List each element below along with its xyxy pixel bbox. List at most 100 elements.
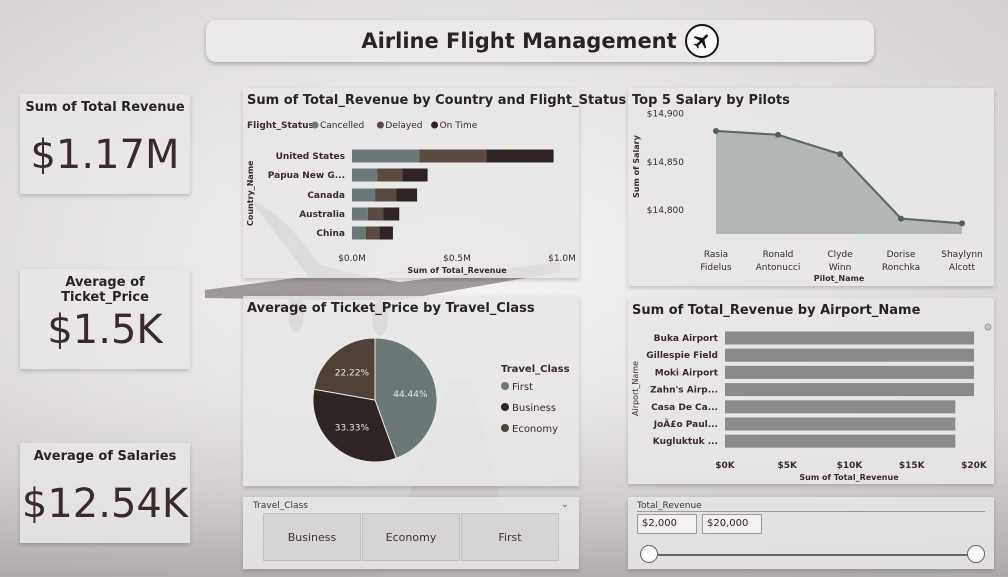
kpi-label: Sum of Total Revenue: [25, 100, 185, 115]
x-tick-label: Antonucci: [756, 263, 801, 273]
x-tick-label: $0K: [715, 461, 736, 471]
legend-marker: [501, 403, 509, 411]
bar-segment[interactable]: [375, 188, 397, 202]
range-min-handle[interactable]: [640, 545, 658, 563]
airport-bar[interactable]: [725, 383, 974, 397]
x-axis-title: Sum of Total_Revenue: [799, 473, 899, 482]
salary-area[interactable]: [716, 130, 962, 234]
x-axis-title: Pilot_Name: [814, 274, 865, 283]
revenue-by-airport-card[interactable]: Sum of Total_Revenue by Airport_Name Air…: [628, 298, 994, 484]
x-tick-label: Alcott: [949, 263, 976, 273]
category-label: Papua New G...: [268, 171, 345, 181]
bar-segment[interactable]: [352, 149, 420, 163]
bar-segment[interactable]: [352, 207, 368, 221]
ticket-by-class-card[interactable]: Average of Ticket_Price by Travel_Class …: [243, 296, 579, 486]
legend-label: Cancelled: [320, 121, 364, 131]
pilot-salary-card[interactable]: Top 5 Salary by Pilots Sum of Salary $14,…: [628, 88, 994, 286]
kpi-total-revenue-card: Sum of Total Revenue $1.17M: [20, 94, 190, 194]
slice-label: 33.33%: [335, 424, 370, 434]
revenue-by-country-chart[interactable]: Flight_Status Cancelled Delayed On Time Coun…: [243, 88, 579, 278]
range-track[interactable]: [650, 554, 976, 556]
slicer-option-economy[interactable]: Economy: [362, 513, 460, 561]
kpi-value: $12.54K: [21, 481, 189, 527]
x-tick-label: $15K: [899, 461, 926, 471]
bar-segment[interactable]: [396, 188, 418, 202]
legend-label: Economy: [512, 424, 558, 435]
category-label: Canada: [307, 191, 345, 201]
category-label: Kugluktuk ...: [653, 437, 718, 447]
revenue-by-airport-chart[interactable]: Airport_Name Buka Airport Gillespie Field M…: [628, 298, 994, 484]
bar-segment[interactable]: [352, 188, 376, 202]
kpi-label: Average of Ticket_Price: [61, 275, 149, 305]
range-max-input[interactable]: $20,000: [702, 514, 762, 534]
legend-label: Delayed: [385, 121, 422, 131]
slicer-title: Travel_Class: [253, 501, 308, 511]
legend-label: First: [512, 382, 533, 393]
kpi-avg-salaries-card: Average of Salaries $12.54K: [20, 443, 190, 543]
airport-bar[interactable]: [725, 434, 956, 448]
legend-marker: [431, 121, 439, 129]
bar-segment[interactable]: [486, 149, 554, 163]
legend-label: Business: [512, 403, 556, 414]
legend-title: Flight_Status: [247, 121, 314, 131]
x-tick-label: $0.5M: [443, 254, 471, 264]
revenue-by-country-card[interactable]: Sum of Total_Revenue by Country and Flig…: [243, 88, 626, 278]
airport-bar[interactable]: [725, 400, 956, 414]
travel-class-slicer[interactable]: Travel_Class ⌄ Business Economy First: [243, 497, 579, 569]
x-tick-label: Fidelus: [700, 263, 731, 273]
x-tick-label: Winn: [829, 263, 852, 273]
y-tick-label: $14,900: [647, 110, 684, 120]
category-label: Buka Airport: [654, 334, 719, 344]
range-min-input[interactable]: $2,000: [637, 514, 697, 534]
y-axis-title: Sum of Salary: [632, 134, 641, 198]
airport-bar[interactable]: [725, 348, 974, 362]
category-label: Casa De Ca...: [651, 403, 718, 413]
bar-segment[interactable]: [367, 207, 384, 221]
legend-marker: [376, 121, 384, 129]
bar-segment[interactable]: [365, 226, 380, 240]
ticket-by-class-chart[interactable]: 44.44% 33.33% 22.22% Travel_Class First Busin…: [243, 296, 579, 486]
x-tick-label: Ronald: [763, 250, 794, 260]
category-label: Australia: [299, 210, 345, 220]
legend-label: On Time: [440, 121, 478, 131]
slice-label: 44.44%: [393, 390, 428, 400]
salary-point[interactable]: [898, 215, 904, 222]
x-tick-label: Dorise: [887, 250, 916, 260]
bar-segment[interactable]: [383, 207, 400, 221]
x-tick-label: $10K: [837, 461, 864, 471]
dashboard-title-bar: Airline Flight Management: [206, 20, 874, 62]
pilot-salary-chart[interactable]: Sum of Salary $14,800 $14,850 $14,900 Rasia F…: [628, 88, 994, 286]
legend-marker: [311, 121, 319, 129]
dashboard-title: Airline Flight Management: [361, 29, 677, 53]
slicer-option-first[interactable]: First: [461, 513, 559, 561]
bar-segment[interactable]: [377, 168, 403, 182]
category-label: JoÃ£o Paul...: [653, 419, 718, 430]
kpi-label: Average of Salaries: [33, 449, 177, 464]
legend-marker: [501, 424, 509, 432]
airport-bar[interactable]: [725, 365, 974, 379]
x-tick-label: $1.0M: [548, 254, 576, 264]
airplane-icon: [684, 24, 719, 58]
airport-bar[interactable]: [725, 417, 956, 431]
salary-point[interactable]: [775, 131, 781, 138]
slicer-title: Total_Revenue: [637, 501, 702, 511]
bar-segment[interactable]: [352, 168, 378, 182]
airport-bar[interactable]: [725, 331, 974, 345]
bar-segment[interactable]: [402, 168, 428, 182]
slicer-option-business[interactable]: Business: [263, 513, 361, 561]
slice-label: 22.22%: [335, 368, 370, 378]
bar-segment[interactable]: [419, 149, 487, 163]
range-max-handle[interactable]: [967, 545, 985, 563]
category-label: Moki Airport: [655, 368, 719, 378]
bar-segment[interactable]: [352, 226, 366, 240]
salary-point[interactable]: [837, 151, 843, 158]
x-tick-label: Shaylynn: [941, 250, 983, 260]
scroll-indicator[interactable]: [984, 323, 992, 331]
chevron-down-icon[interactable]: ⌄: [561, 499, 569, 510]
bar-segment[interactable]: [379, 226, 393, 240]
x-axis-title: Sum of Total_Revenue: [407, 266, 507, 275]
salary-point[interactable]: [959, 220, 965, 227]
revenue-range-slicer[interactable]: Total_Revenue $2,000 $20,000: [628, 497, 994, 569]
salary-point[interactable]: [713, 127, 719, 134]
x-tick-label: $20K: [961, 461, 988, 471]
